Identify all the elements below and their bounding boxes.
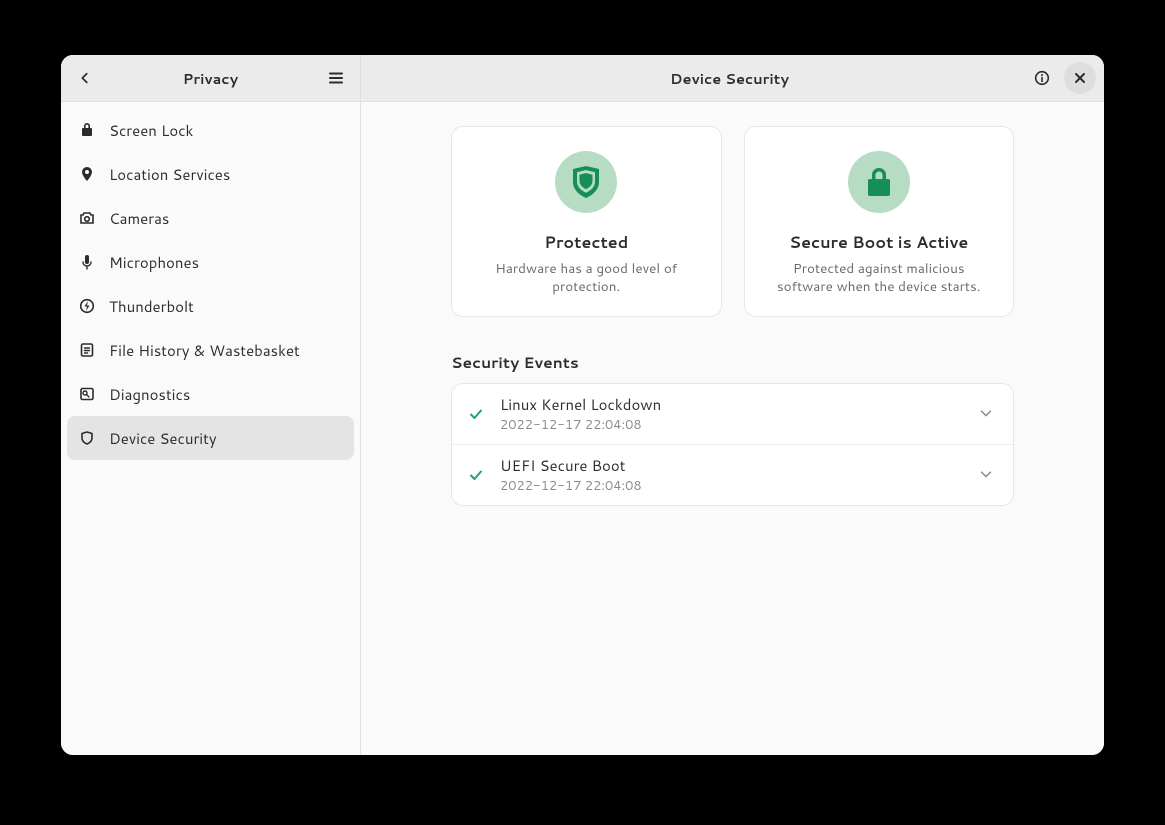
sidebar-item-location[interactable]: Location Services [67, 152, 354, 196]
hamburger-icon [328, 70, 344, 86]
secure-boot-card: Secure Boot is Active Protected against … [744, 126, 1015, 317]
sidebar-item-label: Cameras [109, 208, 169, 229]
sidebar-item-thunderbolt[interactable]: Thunderbolt [67, 284, 354, 328]
check-icon [466, 465, 486, 485]
event-text: UEFI Secure Boot 2022-12-17 22:04:08 [500, 455, 965, 495]
sidebar-item-label: File History & Wastebasket [109, 340, 300, 361]
chevron-left-icon [78, 71, 92, 85]
thunderbolt-icon [79, 298, 95, 314]
content-area: Protected Hardware has a good level of p… [361, 102, 1104, 755]
check-icon [466, 404, 486, 424]
event-timestamp: 2022-12-17 22:04:08 [500, 477, 965, 495]
sidebar-title: Privacy [101, 68, 320, 89]
close-icon [1074, 72, 1086, 84]
main-panel: Device Security Protect [361, 55, 1104, 755]
sidebar-item-file-history[interactable]: File History & Wastebasket [67, 328, 354, 372]
microphone-icon [79, 254, 95, 270]
sidebar-item-diagnostics[interactable]: Diagnostics [67, 372, 354, 416]
sidebar-nav: Screen Lock Location Services Cameras Mi… [61, 102, 360, 466]
event-timestamp: 2022-12-17 22:04:08 [500, 416, 965, 434]
event-title: Linux Kernel Lockdown [500, 394, 965, 415]
sidebar-item-cameras[interactable]: Cameras [67, 196, 354, 240]
info-button[interactable] [1026, 62, 1058, 94]
sidebar-item-label: Screen Lock [109, 120, 193, 141]
diagnostics-icon [79, 386, 95, 402]
sidebar-item-microphones[interactable]: Microphones [67, 240, 354, 284]
security-event-row[interactable]: Linux Kernel Lockdown 2022-12-17 22:04:0… [452, 384, 1013, 444]
hamburger-menu-button[interactable] [320, 62, 352, 94]
status-cards: Protected Hardware has a good level of p… [451, 126, 1014, 317]
security-events-heading: Security Events [451, 351, 1014, 373]
card-description: Protected against malicious software whe… [765, 260, 994, 296]
event-text: Linux Kernel Lockdown 2022-12-17 22:04:0… [500, 394, 965, 434]
info-icon [1034, 70, 1050, 86]
sidebar-item-label: Device Security [109, 428, 217, 449]
shield-check-icon [555, 151, 617, 213]
sidebar-item-label: Thunderbolt [109, 296, 194, 317]
settings-window: Privacy Screen Lock Location Services [61, 55, 1104, 755]
main-header: Device Security [361, 55, 1104, 102]
sidebar-item-label: Microphones [109, 252, 199, 273]
history-icon [79, 342, 95, 358]
card-title: Protected [544, 231, 628, 254]
sidebar-item-screen-lock[interactable]: Screen Lock [67, 108, 354, 152]
sidebar-item-device-security[interactable]: Device Security [67, 416, 354, 460]
lock-icon [79, 122, 95, 138]
lock-large-icon [848, 151, 910, 213]
event-title: UEFI Secure Boot [500, 455, 965, 476]
security-events-list: Linux Kernel Lockdown 2022-12-17 22:04:0… [451, 383, 1014, 506]
close-button[interactable] [1064, 62, 1096, 94]
camera-icon [79, 210, 95, 226]
sidebar-item-label: Diagnostics [109, 384, 190, 405]
protection-status-card: Protected Hardware has a good level of p… [451, 126, 722, 317]
location-icon [79, 166, 95, 182]
page-title: Device Security [433, 68, 1026, 89]
sidebar-header: Privacy [61, 55, 360, 102]
card-title: Secure Boot is Active [789, 231, 968, 254]
shield-icon [79, 430, 95, 446]
chevron-down-icon [979, 467, 995, 483]
back-button[interactable] [69, 62, 101, 94]
card-description: Hardware has a good level of protection. [472, 260, 701, 296]
chevron-down-icon [979, 406, 995, 422]
sidebar-item-label: Location Services [109, 164, 230, 185]
sidebar: Privacy Screen Lock Location Services [61, 55, 361, 755]
security-event-row[interactable]: UEFI Secure Boot 2022-12-17 22:04:08 [452, 444, 1013, 505]
